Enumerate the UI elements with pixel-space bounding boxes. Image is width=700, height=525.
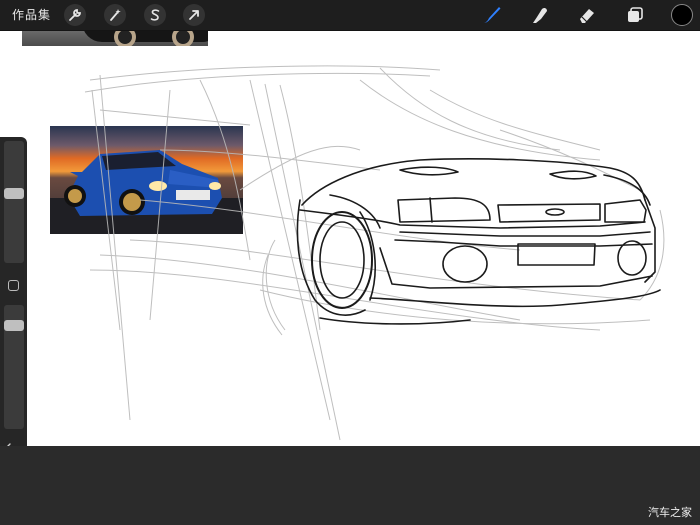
opacity-thumb[interactable] [4, 320, 24, 331]
opacity-slider[interactable] [4, 305, 24, 429]
brush-size-thumb[interactable] [4, 188, 24, 199]
bottom-canvas-area [0, 446, 700, 525]
drawing-canvas[interactable] [0, 0, 700, 446]
smudge-icon[interactable] [528, 3, 552, 27]
brush-icon[interactable] [480, 3, 504, 27]
eraser-icon[interactable] [575, 3, 599, 27]
modify-button[interactable] [8, 280, 19, 291]
car-sketch [84, 65, 665, 441]
selection-s-icon[interactable] [144, 4, 166, 26]
magic-wand-icon[interactable] [104, 4, 126, 26]
arrow-cursor-icon[interactable] [183, 4, 205, 26]
left-sidebar [0, 137, 27, 487]
gallery-button[interactable]: 作品集 [12, 6, 51, 23]
watermark-text: 汽车之家 [648, 506, 692, 519]
wrench-icon[interactable] [64, 4, 86, 26]
brush-size-slider[interactable] [4, 141, 24, 263]
top-toolbar: 作品集 [0, 0, 700, 31]
color-picker-swatch[interactable] [671, 4, 693, 26]
layers-icon[interactable] [623, 3, 647, 27]
